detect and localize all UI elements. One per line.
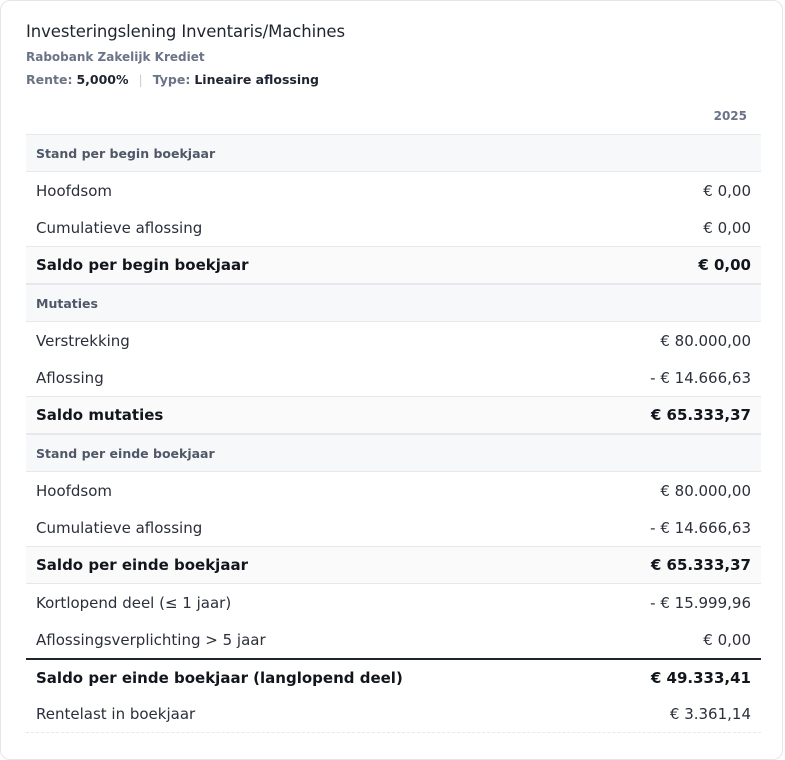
row-value: € 65.333,37 [650,556,751,574]
table-row: Aflossingsverplichting > 5 jaar € 0,00 [26,621,761,658]
row-label: Mutaties [36,295,98,311]
row-label: Saldo mutaties [36,406,164,424]
rente-value: 5,000% [76,72,129,87]
section-header-row: Stand per begin boekjaar [26,134,761,172]
row-value: € 80.000,00 [660,481,751,500]
type-value: Lineaire aflossing [194,72,319,87]
table-row: Hoofdsom € 80.000,00 [26,472,761,509]
row-value: € 0,00 [703,630,751,649]
table-row: Aflossing - € 14.666,63 [26,359,761,396]
loan-card: Investeringslening Inventaris/Machines R… [0,0,783,760]
loan-table: Stand per begin boekjaar Hoofdsom € 0,00 Cu… [26,134,761,733]
section-header-row: Mutaties [26,284,761,322]
table-row: Kortlopend deel (≤ 1 jaar) - € 15.999,96 [26,584,761,621]
row-value: € 65.333,37 [650,406,751,424]
row-label: Kortlopend deel (≤ 1 jaar) [36,593,232,612]
row-label: Rentelast in boekjaar [36,705,196,723]
row-value: € 80.000,00 [660,331,751,350]
row-label: Hoofdsom [36,481,113,500]
table-row: Cumulatieve aflossing - € 14.666,63 [26,509,761,546]
total-row: Saldo mutaties € 65.333,37 [26,396,761,434]
total-row: Saldo per einde boekjaar (langlopend dee… [26,658,761,696]
row-value: - € 14.666,63 [650,368,751,387]
row-label: Saldo per einde boekjaar [36,556,248,574]
row-label: Stand per einde boekjaar [36,445,215,461]
row-label: Aflossing [36,368,104,387]
loan-meta: Rente: 5,000% | Type: Lineaire aflossing [26,72,319,87]
row-value: € 0,00 [703,181,751,200]
type-label: Type: [152,72,191,87]
total-row: Saldo per begin boekjaar € 0,00 [26,246,761,284]
row-value: € 0,00 [703,218,751,237]
row-value: € 0,00 [698,256,751,274]
bank-name: Rabobank Zakelijk Krediet [26,50,205,64]
table-row: Rentelast in boekjaar € 3.361,14 [26,696,761,733]
section-header-row: Stand per einde boekjaar [26,434,761,472]
row-value: - € 15.999,96 [650,593,751,612]
table-row: Cumulatieve aflossing € 0,00 [26,209,761,246]
row-value: € 3.361,14 [669,705,751,723]
row-value: - € 14.666,63 [650,518,751,537]
row-label: Hoofdsom [36,181,113,200]
table-row: Verstrekking € 80.000,00 [26,322,761,359]
row-label: Cumulatieve aflossing [36,218,203,237]
row-label: Cumulatieve aflossing [36,518,203,537]
loan-title: Investeringslening Inventaris/Machines [26,22,345,41]
row-value: € 49.333,41 [650,669,751,687]
rente-label: Rente: [26,72,73,87]
row-label: Stand per begin boekjaar [36,145,216,161]
year-column-header: 2025 [713,109,747,123]
row-label: Saldo per einde boekjaar (langlopend dee… [36,669,403,687]
total-row: Saldo per einde boekjaar € 65.333,37 [26,546,761,584]
meta-separator: | [138,72,143,87]
row-label: Verstrekking [36,331,130,350]
row-label: Aflossingsverplichting > 5 jaar [36,630,266,649]
table-row: Hoofdsom € 0,00 [26,172,761,209]
row-label: Saldo per begin boekjaar [36,256,249,274]
